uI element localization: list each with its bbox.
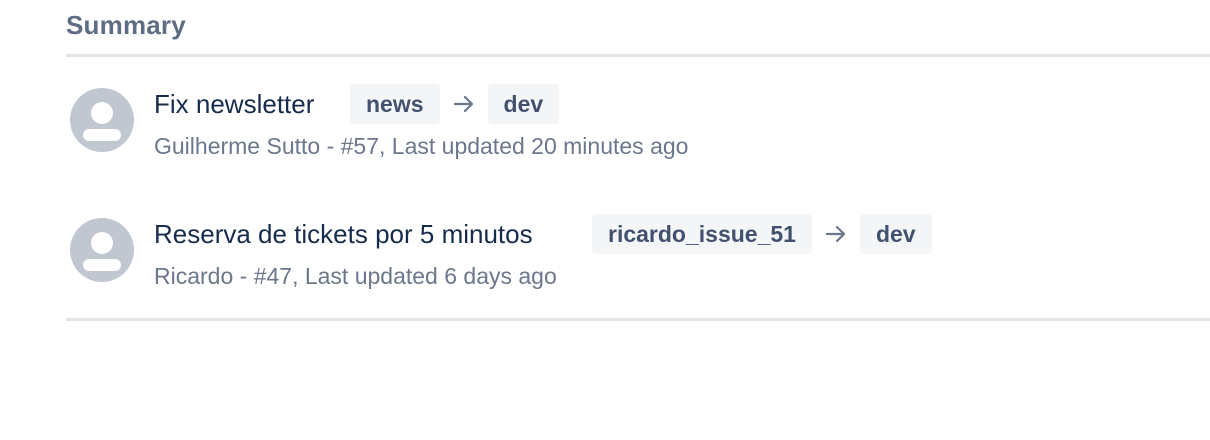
pull-request-meta: Ricardo - #47, Last updated 6 days ago — [154, 263, 557, 289]
target-branch-badge: dev — [487, 84, 560, 124]
pull-request-title[interactable]: Fix newsletter — [154, 85, 314, 123]
source-branch-badge: ricardo_issue_51 — [592, 214, 812, 254]
branch-flow: news dev — [350, 84, 560, 124]
branch-flow: ricardo_issue_51 dev — [592, 214, 932, 254]
pull-request-title[interactable]: Reserva de tickets por 5 minutos — [154, 215, 533, 253]
user-avatar-icon[interactable] — [70, 218, 134, 282]
pull-request-item[interactable]: Reserva de tickets por 5 minutos ricardo… — [66, 214, 1210, 324]
user-avatar-icon[interactable] — [70, 88, 134, 152]
arrow-right-icon — [440, 84, 488, 124]
source-branch-badge: news — [350, 84, 440, 124]
summary-heading: Summary — [66, 10, 186, 40]
pull-request-summary-panel: Summary Fix newsletter news dev Guilherm… — [66, 0, 1210, 440]
pull-request-meta: Guilherme Sutto - #57, Last updated 20 m… — [154, 133, 689, 159]
arrow-right-icon — [812, 214, 860, 254]
summary-bottom-divider — [66, 318, 1210, 321]
summary-top-divider — [66, 54, 1210, 57]
pull-request-item[interactable]: Fix newsletter news dev Guilherme Sutto … — [66, 84, 1210, 194]
target-branch-badge: dev — [859, 214, 932, 254]
